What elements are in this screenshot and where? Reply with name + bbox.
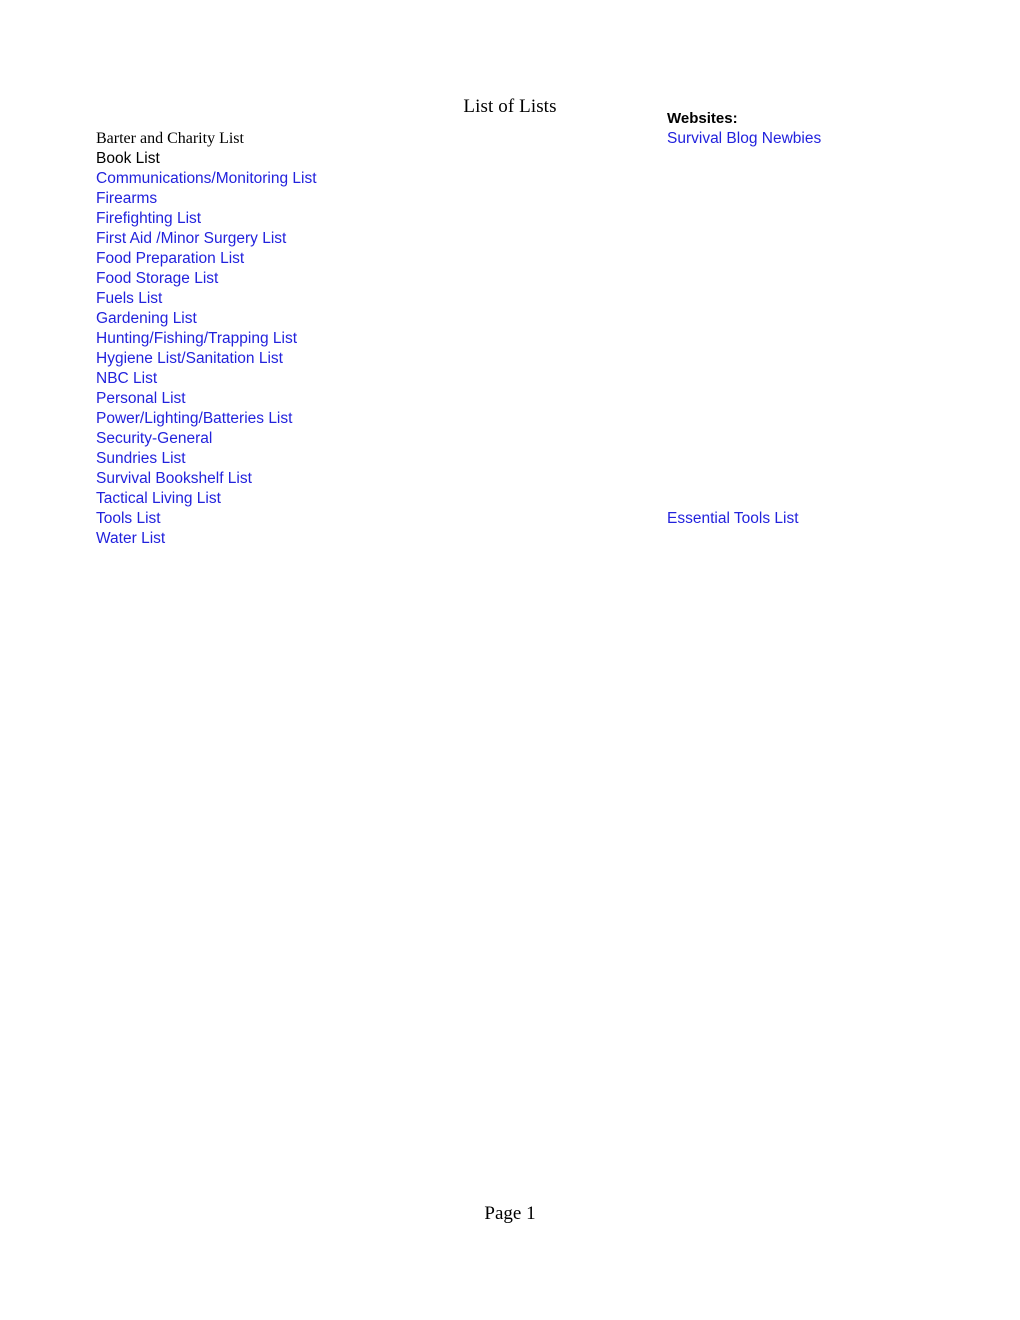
right-column-spacer-11 — [667, 349, 1007, 369]
list-link-9[interactable]: Gardening List — [96, 309, 636, 329]
right-column-spacer-16 — [667, 449, 1007, 469]
right-column-spacer-7 — [667, 269, 1007, 289]
list-link-7[interactable]: Food Storage List — [96, 269, 636, 289]
right-column-spacer-9 — [667, 309, 1007, 329]
list-link-6[interactable]: Food Preparation List — [96, 249, 636, 269]
list-link-4[interactable]: Firefighting List — [96, 209, 636, 229]
list-link-20[interactable]: Water List — [96, 529, 636, 549]
list-link-14[interactable]: Power/Lighting/Batteries List — [96, 409, 636, 429]
right-column-spacer-18 — [667, 489, 1007, 509]
list-column-right: Websites: Survival Blog Newbies Essential… — [667, 109, 1007, 529]
list-column-left: Barter and Charity List Book List Communic… — [96, 129, 636, 549]
list-link-2[interactable]: Communications/Monitoring List — [96, 169, 636, 189]
right-column-spacer-12 — [667, 369, 1007, 389]
websites-heading: Websites: — [667, 110, 738, 127]
right-column-spacer-4 — [667, 209, 1007, 229]
right-column-spacer-15 — [667, 429, 1007, 449]
list-link-10[interactable]: Hunting/Fishing/Trapping List — [96, 329, 636, 349]
right-column-spacer-3 — [667, 189, 1007, 209]
list-link-11[interactable]: Hygiene List/Sanitation List — [96, 349, 636, 369]
right-column-spacer-17 — [667, 469, 1007, 489]
website-link-1[interactable]: Essential Tools List — [667, 509, 1007, 529]
website-link-0[interactable]: Survival Blog Newbies — [667, 129, 1007, 149]
list-link-5[interactable]: First Aid /Minor Surgery List — [96, 229, 636, 249]
document-page: List of Lists Barter and Charity List Boo… — [0, 0, 1020, 1320]
list-link-15[interactable]: Security-General — [96, 429, 636, 449]
list-link-3[interactable]: Firearms — [96, 189, 636, 209]
right-column-spacer-5 — [667, 229, 1007, 249]
right-column-spacer-13 — [667, 389, 1007, 409]
right-column-spacer-10 — [667, 329, 1007, 349]
list-item-0: Barter and Charity List — [96, 130, 244, 147]
right-column-spacer-2 — [667, 169, 1007, 189]
list-link-18[interactable]: Tactical Living List — [96, 489, 636, 509]
page-footer: Page 1 — [484, 1203, 536, 1224]
right-column-spacer-6 — [667, 249, 1007, 269]
list-link-8[interactable]: Fuels List — [96, 289, 636, 309]
list-link-17[interactable]: Survival Bookshelf List — [96, 469, 636, 489]
list-link-13[interactable]: Personal List — [96, 389, 636, 409]
list-item-1: Book List — [96, 150, 160, 167]
right-column-spacer-14 — [667, 409, 1007, 429]
list-link-19[interactable]: Tools List — [96, 509, 636, 529]
right-column-spacer-8 — [667, 289, 1007, 309]
list-link-16[interactable]: Sundries List — [96, 449, 636, 469]
right-column-spacer-1 — [667, 149, 1007, 169]
list-link-12[interactable]: NBC List — [96, 369, 636, 389]
